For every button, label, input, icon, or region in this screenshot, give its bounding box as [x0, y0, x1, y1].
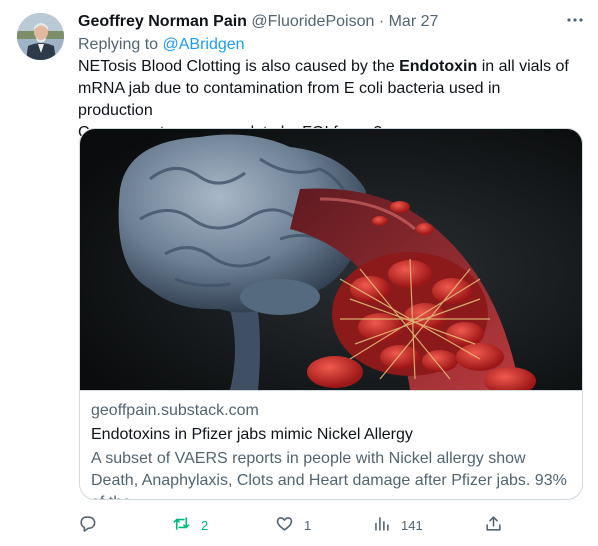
card-image: [80, 129, 582, 395]
card-domain: geoffpain.substack.com: [91, 402, 259, 419]
retweet-icon: [172, 514, 191, 536]
tweet-header: Geoffrey Norman Pain @FluorideP​oison · …: [78, 11, 584, 33]
views-count: 141: [401, 517, 423, 533]
share-button[interactable]: [484, 511, 503, 539]
tweet-text-bold: Endotoxin: [399, 58, 478, 75]
separator: ·: [378, 13, 385, 30]
card-description: A subset of VAERS reports in people with…: [91, 450, 567, 499]
author-handle[interactable]: @FluorideP​oison: [251, 13, 374, 30]
retweet-count: 2: [201, 517, 209, 533]
card-title: Endotoxins in Pfizer jabs mimic Nickel A…: [91, 426, 413, 443]
reply-icon: [78, 514, 97, 536]
views-icon: [372, 514, 391, 536]
like-button[interactable]: 1: [275, 511, 311, 539]
link-card[interactable]: geoffpain.substack.com Endotoxins in Pfi…: [79, 128, 583, 500]
avatar[interactable]: [17, 13, 64, 60]
tweet-date[interactable]: Mar 27: [389, 13, 439, 30]
views-button[interactable]: 141: [372, 511, 423, 539]
tweet-text-part1: NETosis Blood Clotting is also caused by…: [78, 58, 400, 75]
more-icon[interactable]: [564, 10, 586, 32]
like-icon: [275, 514, 294, 536]
action-bar: 2 1 141: [78, 511, 578, 539]
reply-context: Replying to @ABridgen: [78, 34, 245, 56]
reply-mention-link[interactable]: @ABridgen: [163, 36, 245, 53]
reply-prefix: Replying to: [78, 36, 159, 53]
like-count: 1: [304, 517, 312, 533]
share-icon: [484, 514, 503, 536]
author-name[interactable]: Geoffrey Norman Pain: [78, 13, 247, 30]
card-text: geoffpain.substack.com Endotoxins in Pfi…: [91, 401, 570, 499]
tweet[interactable]: Geoffrey Norman Pain @FluorideP​oison · …: [0, 0, 598, 546]
reply-button[interactable]: [78, 511, 97, 539]
retweet-button[interactable]: 2: [172, 511, 208, 539]
